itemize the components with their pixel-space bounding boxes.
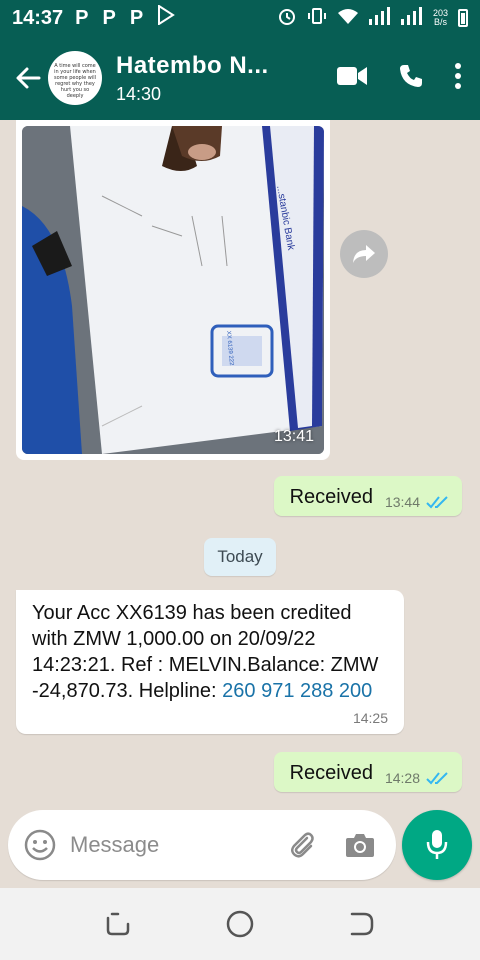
avatar-text: A time will come in your life when some … [54, 63, 96, 99]
notification-p-icon: P [129, 6, 144, 29]
signal-icon-2 [400, 6, 423, 30]
contact-info[interactable]: Hatembo N... 14:30 [116, 52, 269, 105]
read-ticks-icon [426, 772, 448, 785]
battery-icon [458, 9, 468, 27]
camera-icon[interactable] [340, 825, 380, 865]
notification-p-icon: P [75, 6, 89, 29]
mic-icon[interactable] [402, 810, 472, 880]
more-vert-icon[interactable] [454, 62, 462, 94]
chat-area: ...stanbic Bank XX 6139 222 13:41 Receiv… [0, 120, 480, 888]
message-meta: 14:28 [385, 770, 450, 786]
recents-icon[interactable] [102, 908, 134, 940]
chat-header: A time will come in your life when some … [0, 36, 480, 120]
paperclip-icon[interactable] [282, 825, 322, 865]
status-right: 203 B/s [277, 6, 468, 31]
contact-name: Hatembo N... [116, 51, 269, 79]
notification-p-icon: P [102, 6, 116, 29]
network-speed-unit: B/s [433, 17, 447, 27]
image-message[interactable]: ...stanbic Bank XX 6139 222 13:41 [16, 120, 330, 460]
status-bar: 14:37 P P P 203 B/s [0, 0, 480, 36]
compose-bar [8, 810, 396, 880]
header-actions [336, 62, 462, 94]
play-store-icon [157, 4, 176, 31]
signal-icon [368, 6, 391, 30]
home-icon[interactable] [224, 908, 256, 940]
message-body: Your Acc XX6139 has been credited with Z… [32, 600, 388, 704]
photo-illustration: ...stanbic Bank XX 6139 222 [22, 126, 324, 454]
phone-icon[interactable] [398, 63, 424, 94]
message-time: 14:28 [384, 770, 420, 786]
outgoing-message[interactable]: Received 13:44 [273, 476, 462, 516]
avatar[interactable]: A time will come in your life when some … [48, 51, 102, 105]
message-input[interactable] [70, 832, 260, 858]
read-ticks-icon [426, 496, 448, 509]
back-nav-icon[interactable] [346, 908, 378, 940]
video-call-icon[interactable] [336, 65, 368, 92]
back-arrow-icon[interactable] [6, 56, 50, 100]
photo-receipt[interactable]: ...stanbic Bank XX 6139 222 13:41 [22, 126, 324, 454]
message-meta: 13:44 [385, 494, 450, 510]
vibrate-icon [307, 6, 327, 31]
helpline-link[interactable]: 260 971 288 200 [222, 680, 372, 702]
last-seen: 14:30 [116, 83, 162, 104]
message-time: 14:25 [352, 710, 388, 726]
message-text: Received [289, 486, 373, 508]
forward-icon[interactable] [340, 230, 388, 278]
outgoing-message[interactable]: Received 14:28 [273, 752, 462, 792]
network-speed: 203 B/s [433, 9, 448, 27]
incoming-message[interactable]: Your Acc XX6139 has been credited with Z… [16, 590, 404, 734]
emoji-icon[interactable] [22, 827, 58, 863]
alarm-icon [277, 6, 297, 31]
system-nav-bar [0, 888, 480, 960]
image-timestamp: 13:41 [273, 428, 314, 445]
message-text: Received [289, 762, 373, 784]
app-header-region: 14:37 P P P 203 B/s A time will come in … [0, 0, 480, 120]
status-time: 14:37 [12, 6, 64, 29]
date-divider: Today [204, 538, 276, 576]
wifi-icon [337, 7, 359, 30]
message-time: 13:44 [384, 494, 420, 510]
